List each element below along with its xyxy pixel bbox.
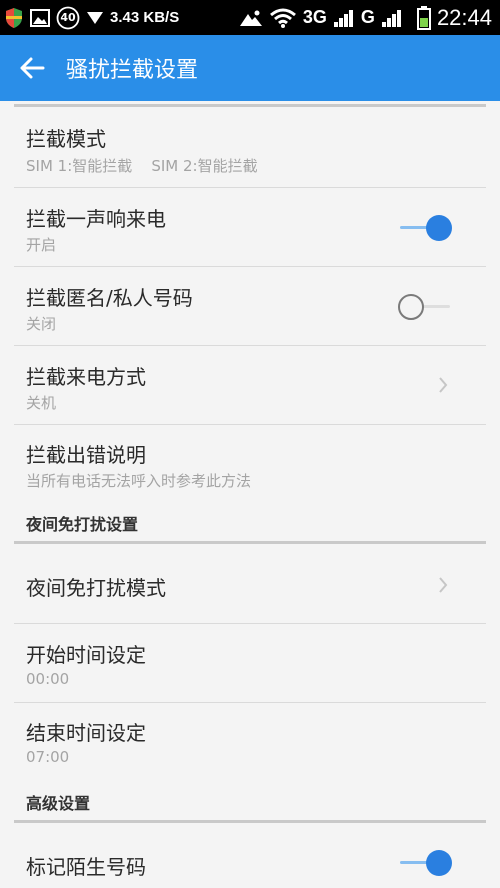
network-3g-label: 3G [302,7,327,27]
error-help-subtitle: 当所有电话无法呼入时参考此方法 [26,472,252,490]
notification-count-badge: 40 [56,6,80,30]
night-section-header: 夜间免打扰设置 [26,515,139,534]
start-time-item[interactable]: 开始时间设定 00:00 [0,624,500,702]
back-button[interactable] [14,51,50,85]
ring-once-toggle[interactable] [398,213,454,243]
anonymous-toggle[interactable] [398,292,454,322]
intercept-method-title: 拦截来电方式 [26,365,146,389]
ring-once-subtitle: 开启 [26,236,57,254]
settings-list: 拦截模式 SIM 1:智能拦截 SIM 2:智能拦截 拦截一声响来电 开启 拦截… [0,101,500,888]
toggle-knob [426,850,452,876]
app-bar: 骚扰拦截设置 [0,35,500,101]
error-help-item[interactable]: 拦截出错说明 当所有电话无法呼入时参考此方法 [0,425,500,499]
image-icon [30,8,50,27]
intercept-mode-subtitle: SIM 1:智能拦截 SIM 2:智能拦截 [26,157,258,175]
signal-icon-2 [381,9,403,27]
start-time-value: 00:00 [26,670,70,688]
ring-once-item[interactable]: 拦截一声响来电 开启 [0,188,500,266]
signal-icon [333,9,355,27]
mark-stranger-toggle[interactable] [398,848,454,878]
end-time-value: 07:00 [26,748,70,766]
shield-icon [4,7,24,29]
status-bar: 40 3.43 KB/S 3G G 22:44 [0,0,500,35]
chevron-right-icon [439,577,448,593]
anonymous-title: 拦截匿名/私人号码 [26,286,193,310]
intercept-mode-title: 拦截模式 [26,127,106,151]
wifi-icon [269,8,297,28]
end-time-item[interactable]: 结束时间设定 07:00 [0,703,500,779]
intercept-method-subtitle: 关机 [26,394,57,412]
wifi-down-icon [86,10,104,26]
network-speed: 3.43 KB/S [110,9,180,26]
night-mode-item[interactable]: 夜间免打扰模式 [0,544,500,622]
battery-icon [416,5,431,30]
night-mode-title: 夜间免打扰模式 [26,576,166,600]
arrow-left-icon [20,57,45,79]
toggle-knob [426,215,452,241]
error-help-title: 拦截出错说明 [26,443,146,467]
anonymous-subtitle: 关闭 [26,315,57,333]
end-time-title: 结束时间设定 [26,721,146,745]
intercept-mode-item[interactable]: 拦截模式 SIM 1:智能拦截 SIM 2:智能拦截 [0,107,500,187]
advanced-section-header: 高级设置 [26,794,91,813]
mark-stranger-item[interactable]: 标记陌生号码 [0,823,500,888]
page-title: 骚扰拦截设置 [66,58,199,83]
notification-count: 40 [60,11,76,24]
anonymous-item[interactable]: 拦截匿名/私人号码 关闭 [0,267,500,345]
intercept-method-item[interactable]: 拦截来电方式 关机 [0,346,500,424]
chevron-right-icon [439,377,448,393]
network-g-label: G [360,7,375,27]
mountain-icon [239,9,263,27]
ring-once-title: 拦截一声响来电 [26,207,166,231]
mark-stranger-title: 标记陌生号码 [26,855,146,879]
start-time-title: 开始时间设定 [26,643,146,667]
toggle-knob [398,294,424,320]
clock: 22:44 [436,4,492,30]
